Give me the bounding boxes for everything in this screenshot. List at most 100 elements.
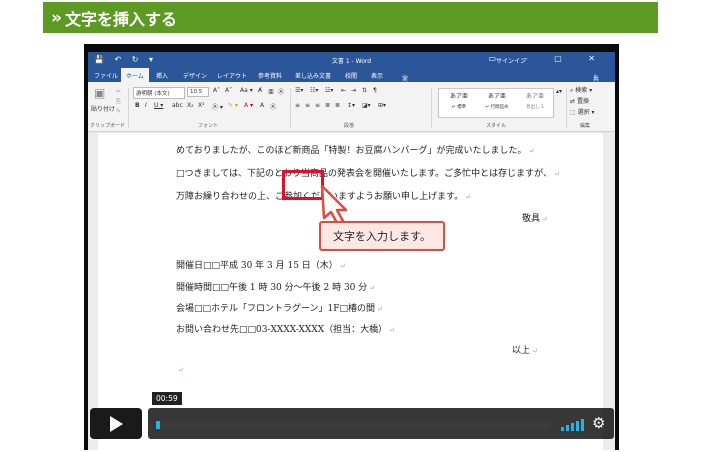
- style-sample: あア亜: [487, 93, 506, 100]
- divider: [290, 88, 291, 128]
- underline-icon[interactable]: U ▾: [154, 102, 163, 109]
- paste-label[interactable]: 貼り付け: [91, 104, 115, 113]
- tab-insert[interactable]: 挿入: [156, 71, 168, 80]
- paragraph-mark-icon: ↵: [389, 326, 396, 334]
- group-editing: 編集: [580, 123, 591, 129]
- highlight-icon[interactable]: ✎ ▾: [228, 102, 238, 109]
- copy-icon[interactable]: ⎘: [116, 98, 121, 106]
- doc-line: 開催日□□平成 30 年 3 月 15 日（木） ↵: [176, 258, 346, 271]
- text-effects-icon[interactable]: Ⓐ ▾: [212, 102, 223, 111]
- enclose-char-icon[interactable]: Ⓐ: [278, 87, 284, 96]
- settings-gear-icon[interactable]: ⚙: [592, 414, 605, 432]
- style-no-spacing[interactable]: あア亜 ↵ 行間詰め: [479, 91, 515, 110]
- paragraph-mark-icon: ↵: [369, 284, 376, 292]
- paragraph-mark-icon: ↵: [542, 215, 548, 223]
- group-font: フォント: [198, 123, 219, 129]
- multilevel-list-icon[interactable]: ☳▾: [325, 87, 333, 94]
- align-left-icon[interactable]: ≡: [295, 102, 300, 109]
- italic-icon[interactable]: I: [145, 102, 147, 109]
- show-marks-icon[interactable]: ¶: [373, 87, 377, 94]
- paste-icon[interactable]: ▣: [94, 86, 105, 100]
- paragraph-mark-icon: ↵: [339, 262, 346, 270]
- styles-scroll-icon[interactable]: ▴▾: [556, 88, 562, 95]
- tab-references[interactable]: 参考資料: [258, 71, 282, 80]
- divider: [431, 88, 432, 128]
- word-titlebar: 💾 ↶ ↻ ▾ 文書 1 - Word サインイン ▭ ‒ ▢ ✕: [88, 52, 615, 68]
- tab-home[interactable]: ホーム: [121, 68, 149, 82]
- numbering-icon[interactable]: ☷▾: [310, 87, 318, 94]
- style-name: ↵ 標準: [451, 105, 467, 110]
- find-label: 検索 ▾: [575, 87, 593, 94]
- char-border-icon[interactable]: Ⓐ: [270, 102, 276, 111]
- style-heading1[interactable]: あア亜 見出し 1: [517, 91, 553, 110]
- decrease-indent-icon[interactable]: ⇤: [341, 87, 346, 94]
- bullets-icon[interactable]: ☰▾: [295, 87, 303, 94]
- font-color-icon[interactable]: A ▾: [244, 102, 253, 109]
- find-button[interactable]: ⌕ 検索 ▾: [570, 85, 592, 95]
- sort-icon[interactable]: ⇅: [362, 87, 367, 94]
- video-player[interactable]: 💾 ↶ ↻ ▾ 文書 1 - Word サインイン ▭ ‒ ▢ ✕ ファイル ホ…: [84, 44, 619, 450]
- format-painter-icon[interactable]: ✎: [116, 108, 121, 115]
- paragraph-mark-icon: ↵: [532, 347, 538, 355]
- tab-file[interactable]: ファイル: [94, 71, 118, 80]
- volume-icon[interactable]: [561, 419, 587, 431]
- player-timebar: ⚙: [148, 408, 614, 439]
- doc-line-text: 開催時間□□午後 1 時 30 分〜午後 2 時 30 分: [176, 283, 368, 293]
- shading-icon[interactable]: ◪▾: [362, 102, 371, 109]
- subscript-icon[interactable]: X₂: [187, 102, 194, 109]
- justify-icon[interactable]: ≣: [325, 102, 330, 109]
- replace-button[interactable]: ⇄ 置換: [570, 96, 589, 105]
- borders-icon[interactable]: ⊞▾: [378, 102, 386, 109]
- clear-format-icon[interactable]: A̸: [258, 87, 262, 94]
- increase-indent-icon[interactable]: ⇥: [351, 87, 356, 94]
- select-icon: ⬚: [570, 109, 578, 116]
- paragraph-mark-icon: ↵: [528, 147, 535, 155]
- change-case-icon[interactable]: Aa ▾: [240, 87, 253, 94]
- doc-line: お問い合わせ先□□03-XXXX-XXXX（担当：大橋） ↵: [176, 322, 395, 335]
- tab-design[interactable]: デザイン: [183, 71, 207, 80]
- doc-line: ↵: [176, 365, 184, 375]
- tab-review[interactable]: 校閲: [345, 71, 357, 80]
- grow-font-icon[interactable]: A˄: [213, 87, 220, 94]
- doc-line-text: □つきましては、下記のとおり当商品の発表会を開催いたします。ご多忙中とは存じます…: [176, 169, 552, 179]
- strikethrough-icon[interactable]: abc: [172, 102, 183, 109]
- cut-icon[interactable]: ✂: [116, 88, 121, 95]
- doc-line: 敬具 ↵: [522, 211, 548, 224]
- group-paragraph: 段落: [344, 123, 355, 129]
- progress-track[interactable]: [156, 421, 550, 429]
- char-shading-icon[interactable]: A: [260, 102, 264, 109]
- align-right-icon[interactable]: ≡: [315, 102, 320, 109]
- instruction-callout: 文字を入力します。: [319, 221, 445, 251]
- style-normal[interactable]: あア亜 ↵ 標準: [441, 91, 477, 110]
- play-button[interactable]: [90, 408, 142, 439]
- select-label: 選択 ▾: [577, 109, 595, 116]
- window-controls[interactable]: ▭ ‒ ▢ ✕: [488, 54, 607, 63]
- doc-line-text: 会場□□ホテル「フロントラグーン」1F□椿の間: [176, 304, 376, 314]
- style-gallery: あア亜 ↵ 標準 あア亜 ↵ 行間詰め あア亜 見出し 1: [438, 88, 554, 118]
- doc-line: 開催時間□□午後 1 時 30 分〜午後 2 時 30 分 ↵: [176, 280, 375, 293]
- font-name-select[interactable]: 游明朝 (本文(: [133, 87, 185, 99]
- doc-line-text: 以上: [512, 346, 531, 356]
- doc-line: 会場□□ホテル「フロントラグーン」1F□椿の間 ↵: [176, 301, 383, 314]
- bold-icon[interactable]: B: [135, 102, 140, 109]
- select-button[interactable]: ⬚ 選択 ▾: [570, 107, 595, 116]
- line-spacing-icon[interactable]: ↕▾: [347, 102, 355, 109]
- ribbon: ▣ 貼り付け ✂ ⎘ ✎ クリップボード 游明朝 (本文( 10.5 A˄ A˅…: [88, 82, 615, 132]
- paragraph-mark-icon: ↵: [465, 193, 471, 201]
- replace-icon: ⇄: [570, 98, 577, 105]
- phonetic-guide-icon[interactable]: 亜: [268, 87, 274, 96]
- align-center-icon[interactable]: ≡: [305, 102, 310, 109]
- word-window: 💾 ↶ ↻ ▾ 文書 1 - Word サインイン ▭ ‒ ▢ ✕ ファイル ホ…: [88, 52, 615, 450]
- superscript-icon[interactable]: X²: [198, 102, 205, 109]
- shrink-font-icon[interactable]: A˅: [225, 87, 232, 94]
- doc-line: 以上 ↵: [512, 343, 538, 356]
- tab-mailings[interactable]: 差し込み文書: [295, 71, 331, 80]
- current-time: 00:59: [152, 392, 182, 405]
- tab-view[interactable]: 表示: [371, 71, 383, 80]
- progress-fill: [156, 421, 160, 429]
- group-styles: スタイル: [486, 123, 507, 129]
- tab-layout[interactable]: レイアウト: [217, 71, 247, 80]
- distribute-icon[interactable]: ≣: [335, 102, 340, 109]
- doc-line: めておりましたが、このほど新商品「特製！お豆腐ハンバーグ」が完成いたしました。 ↵: [176, 143, 534, 156]
- font-size-select[interactable]: 10.5: [187, 87, 209, 97]
